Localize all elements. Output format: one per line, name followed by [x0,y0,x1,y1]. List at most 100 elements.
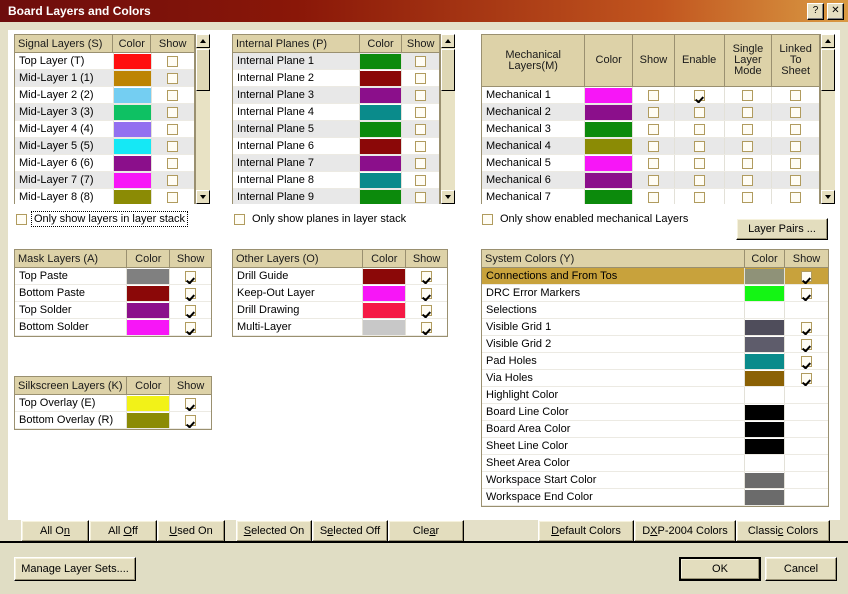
single-layer-mode-checkbox-cell[interactable] [725,87,773,103]
show-checkbox[interactable] [167,89,179,101]
linked-to-sheet-checkbox[interactable] [790,106,802,118]
clear-button[interactable]: Clear [388,520,464,542]
enable-checkbox[interactable] [693,140,705,152]
show-checkbox-cell[interactable] [633,104,675,120]
table-row[interactable]: Board Line Color [482,404,828,421]
color-swatch[interactable] [745,421,784,437]
color-swatch-cell[interactable] [745,404,785,420]
linked-to-sheet-checkbox[interactable] [790,157,802,169]
show-checkbox-cell[interactable] [402,70,439,86]
table-row[interactable]: Mechanical 2 [482,104,819,121]
show-checkbox-cell[interactable] [633,87,675,103]
color-swatch[interactable] [745,370,784,386]
internal-planes-header-color[interactable]: Color [360,35,403,52]
manage-layer-sets-button[interactable]: Manage Layer Sets.... [14,557,136,581]
color-swatch[interactable] [745,336,784,352]
color-swatch-cell[interactable] [363,268,407,284]
show-checkbox-cell[interactable] [406,268,447,284]
color-swatch-cell[interactable] [745,387,785,403]
show-checkbox-cell[interactable] [785,268,828,284]
color-swatch-cell[interactable] [127,285,171,301]
table-row[interactable]: Internal Plane 3 [233,87,439,104]
single-layer-mode-checkbox-cell[interactable] [725,104,773,120]
color-swatch-cell[interactable] [359,70,403,86]
table-row[interactable]: Pad Holes [482,353,828,370]
enable-checkbox-cell[interactable] [675,172,725,188]
color-swatch[interactable] [745,285,784,301]
mechanical-layers-header-show[interactable]: Show [633,35,675,86]
show-checkbox-cell[interactable] [402,172,439,188]
color-swatch-cell[interactable] [585,138,634,154]
table-row[interactable]: Visible Grid 1 [482,319,828,336]
table-row[interactable]: Internal Plane 5 [233,121,439,138]
only-show-planes-option[interactable]: Only show planes in layer stack [234,212,408,226]
color-swatch[interactable] [363,285,406,301]
color-swatch[interactable] [127,412,170,428]
show-checkbox-cell[interactable] [633,172,675,188]
color-swatch[interactable] [359,121,402,137]
table-row[interactable]: Mid-Layer 2 (2) [15,87,194,104]
show-checkbox-cell[interactable] [785,285,828,301]
table-row[interactable]: Mid-Layer 7 (7) [15,172,194,189]
close-button[interactable]: ✕ [827,3,844,20]
show-checkbox[interactable] [415,123,427,135]
linked-to-sheet-checkbox[interactable] [790,123,802,135]
color-swatch-cell[interactable] [585,121,634,137]
other-layers-header-color[interactable]: Color [363,250,407,267]
dxp-2004-colors-button[interactable]: DXP-2004 Colors [634,520,736,542]
show-checkbox-cell[interactable] [152,53,194,69]
color-swatch-cell[interactable] [745,319,785,335]
show-checkbox[interactable] [801,355,812,367]
color-swatch-cell[interactable] [359,189,403,204]
color-swatch[interactable] [127,285,170,301]
system-colors-header-color[interactable]: Color [745,250,785,267]
signal-layers-header-show[interactable]: Show [151,35,194,52]
table-row[interactable]: Mid-Layer 4 (4) [15,121,194,138]
color-swatch-cell[interactable] [113,121,152,137]
table-row[interactable]: Drill Drawing [233,302,447,319]
show-checkbox[interactable] [801,270,812,282]
color-swatch-cell[interactable] [745,455,785,471]
table-row[interactable]: Multi-Layer [233,319,447,336]
table-row[interactable]: Workspace End Color [482,489,828,506]
color-swatch-cell[interactable] [113,172,152,188]
only-show-layers-option[interactable]: Only show layers in layer stack [16,211,188,227]
color-swatch[interactable] [585,87,633,103]
color-swatch[interactable] [127,395,170,411]
show-checkbox[interactable] [415,106,427,118]
table-row[interactable]: Selections [482,302,828,319]
color-swatch-cell[interactable] [113,138,152,154]
show-checkbox-cell[interactable] [785,421,828,437]
mask-layers-header-name[interactable]: Mask Layers (A) [15,250,128,267]
color-swatch-cell[interactable] [745,489,785,505]
silkscreen-layers-header-show[interactable]: Show [170,377,211,394]
signal-layers-header-name[interactable]: Signal Layers (S) [15,35,114,52]
show-checkbox-cell[interactable] [402,155,439,171]
color-swatch-cell[interactable] [127,268,171,284]
show-checkbox[interactable] [648,140,659,152]
color-swatch-cell[interactable] [113,53,152,69]
color-swatch-cell[interactable] [127,319,171,335]
single-layer-mode-checkbox[interactable] [742,157,754,169]
show-checkbox[interactable] [801,372,812,384]
color-swatch[interactable] [745,489,784,505]
show-checkbox-cell[interactable] [152,104,194,120]
color-swatch-cell[interactable] [585,155,634,171]
show-checkbox-cell[interactable] [785,455,828,471]
other-layers-header-show[interactable]: Show [406,250,447,267]
show-checkbox[interactable] [415,157,427,169]
show-checkbox[interactable] [421,304,433,316]
show-checkbox[interactable] [801,287,812,299]
color-swatch[interactable] [585,138,633,154]
color-swatch-cell[interactable] [359,104,403,120]
show-checkbox-cell[interactable] [785,319,828,335]
table-row[interactable]: Internal Plane 4 [233,104,439,121]
used-on-button[interactable]: Used On [157,520,225,542]
table-row[interactable]: Bottom Overlay (R) [15,412,211,429]
table-row[interactable]: Top Layer (T) [15,53,194,70]
color-swatch-cell[interactable] [745,302,785,318]
show-checkbox[interactable] [167,72,179,84]
color-swatch[interactable] [113,53,151,69]
enable-checkbox-cell[interactable] [675,87,725,103]
show-checkbox[interactable] [167,140,179,152]
